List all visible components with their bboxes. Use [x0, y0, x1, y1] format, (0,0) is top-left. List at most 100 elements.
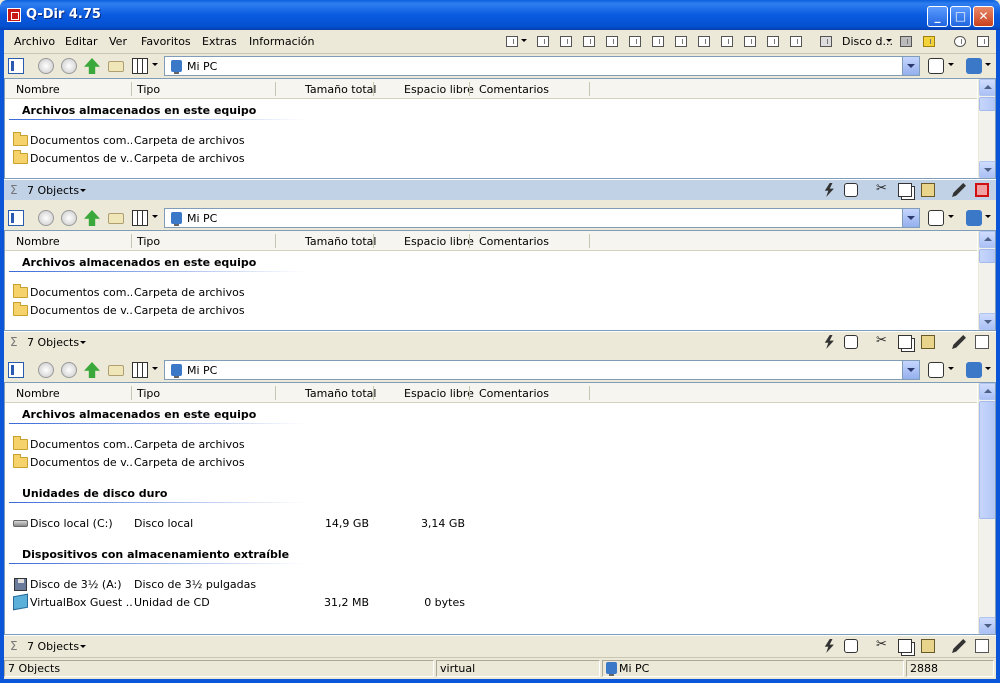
group-header[interactable]: Archivos almacenados en este equipo [22, 256, 256, 269]
app-icon[interactable] [7, 8, 21, 22]
group-header[interactable]: Unidades de disco duro [22, 487, 168, 500]
file-list[interactable]: Nombre Tipo Tamaño total Espacio libre C… [4, 382, 996, 635]
lightning-icon[interactable] [824, 183, 834, 197]
title-bar[interactable]: Q-Dir 4.75 _ □ ✕ [0, 0, 1000, 30]
star-icon[interactable] [923, 36, 935, 47]
chevron-down-icon[interactable] [985, 215, 991, 218]
network-icon[interactable] [966, 58, 982, 74]
column-separator[interactable] [131, 234, 132, 248]
properties-icon[interactable] [844, 335, 858, 349]
column-tipo[interactable]: Tipo [137, 235, 160, 248]
scroll-up-button[interactable] [979, 383, 995, 400]
layout-5-icon[interactable] [629, 36, 641, 47]
minimize-button[interactable]: _ [927, 6, 948, 27]
group-header[interactable]: Archivos almacenados en este equipo [22, 104, 256, 117]
paste-icon[interactable] [921, 183, 935, 197]
column-separator[interactable] [469, 82, 470, 96]
file-list[interactable]: Nombre Tipo Tamaño total Espacio libre C… [4, 78, 996, 179]
delete-icon[interactable] [975, 639, 989, 653]
chevron-down-icon[interactable] [152, 215, 158, 218]
group-header[interactable]: Dispositivos con almacenamiento extraíbl… [22, 548, 289, 561]
delete-icon[interactable] [975, 335, 989, 349]
column-separator[interactable] [589, 234, 590, 248]
column-nombre[interactable]: Nombre [16, 235, 60, 248]
column-separator[interactable] [131, 386, 132, 400]
cut-icon[interactable]: ✂ [876, 333, 890, 348]
refresh-icon[interactable] [928, 58, 944, 74]
chevron-down-icon[interactable] [80, 341, 86, 344]
scroll-thumb[interactable] [979, 249, 995, 263]
view-panel-icon[interactable] [8, 210, 24, 226]
folder-action-icon[interactable] [108, 365, 124, 376]
layout-10-icon[interactable] [744, 36, 756, 47]
list-item[interactable]: VirtualBox Guest ... Unidad de CD 31,2 M… [13, 593, 473, 611]
copy-icon[interactable] [898, 335, 912, 349]
vertical-scrollbar[interactable] [978, 383, 995, 634]
lightning-icon[interactable] [824, 639, 834, 653]
column-separator[interactable] [275, 82, 276, 96]
column-comentarios[interactable]: Comentarios [479, 387, 549, 400]
cut-icon[interactable]: ✂ [876, 181, 890, 196]
chevron-down-icon[interactable] [521, 39, 527, 42]
rename-icon[interactable] [952, 335, 966, 349]
column-separator[interactable] [373, 386, 374, 400]
rename-icon[interactable] [952, 639, 966, 653]
menu-editar[interactable]: Editar [65, 35, 98, 48]
cut-icon[interactable]: ✂ [876, 637, 890, 652]
object-count[interactable]: 7 Objects [27, 336, 79, 349]
view-mode-icon[interactable] [132, 58, 148, 74]
menu-favoritos[interactable]: Favoritos [141, 35, 191, 48]
address-dropdown[interactable] [902, 57, 919, 75]
layout-9-icon[interactable] [721, 36, 733, 47]
layout-8-icon[interactable] [698, 36, 710, 47]
address-bar[interactable]: Mi PC [164, 208, 920, 228]
menu-extras[interactable]: Extras [202, 35, 237, 48]
file-list[interactable]: Nombre Tipo Tamaño total Espacio libre C… [4, 230, 996, 331]
rename-icon[interactable] [952, 183, 966, 197]
up-folder-icon[interactable] [84, 362, 100, 378]
properties-icon[interactable] [844, 183, 858, 197]
column-espacio-libre[interactable]: Espacio libre [404, 83, 474, 96]
column-separator[interactable] [373, 82, 374, 96]
sigma-icon[interactable]: Σ [10, 335, 18, 349]
object-count[interactable]: 7 Objects [27, 640, 79, 653]
zoom-icon[interactable] [954, 36, 966, 47]
column-comentarios[interactable]: Comentarios [479, 83, 549, 96]
chevron-down-icon[interactable] [80, 645, 86, 648]
column-separator[interactable] [275, 234, 276, 248]
scroll-thumb[interactable] [979, 401, 995, 519]
vertical-scrollbar[interactable] [978, 79, 995, 178]
chevron-down-icon[interactable] [948, 367, 954, 370]
column-comentarios[interactable]: Comentarios [479, 235, 549, 248]
column-separator[interactable] [373, 234, 374, 248]
sigma-icon[interactable]: Σ [10, 639, 18, 653]
scroll-thumb[interactable] [979, 97, 995, 111]
chevron-down-icon[interactable] [985, 367, 991, 370]
address-dropdown[interactable] [902, 209, 919, 227]
column-tipo[interactable]: Tipo [137, 83, 160, 96]
object-count[interactable]: 7 Objects [27, 184, 79, 197]
address-bar[interactable]: Mi PC [164, 56, 920, 76]
layout-1-icon[interactable] [537, 36, 549, 47]
back-icon[interactable] [38, 58, 54, 74]
lightning-icon[interactable] [824, 335, 834, 349]
scroll-up-button[interactable] [979, 79, 995, 96]
chevron-down-icon[interactable] [886, 39, 892, 42]
chevron-down-icon[interactable] [80, 189, 86, 192]
column-nombre[interactable]: Nombre [16, 387, 60, 400]
copy-icon[interactable] [898, 183, 912, 197]
up-folder-icon[interactable] [84, 210, 100, 226]
close-button[interactable]: ✕ [973, 6, 994, 27]
menu-archivo[interactable]: Archivo [14, 35, 55, 48]
column-separator[interactable] [469, 386, 470, 400]
scroll-down-button[interactable] [979, 617, 995, 634]
delete-icon[interactable] [975, 183, 989, 197]
list-item[interactable]: Documentos com... Carpeta de archivos [13, 284, 473, 301]
column-tamano-total[interactable]: Tamaño total [305, 387, 376, 400]
group-header[interactable]: Archivos almacenados en este equipo [22, 408, 256, 421]
chevron-down-icon[interactable] [948, 215, 954, 218]
back-icon[interactable] [38, 362, 54, 378]
chevron-down-icon[interactable] [152, 63, 158, 66]
forward-icon[interactable] [61, 210, 77, 226]
up-folder-icon[interactable] [84, 58, 100, 74]
